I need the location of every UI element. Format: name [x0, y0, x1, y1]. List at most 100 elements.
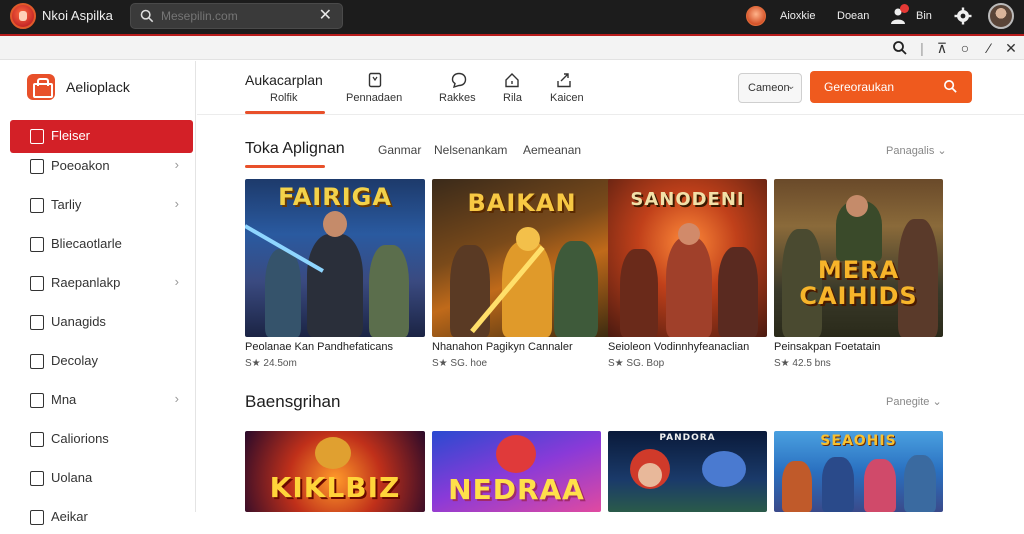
sidebar-item-9[interactable]: Uolana	[10, 462, 193, 495]
secondary-toolbar: | ⊼ ○ ⁄ ✕	[0, 36, 1024, 60]
sidebar-item-6[interactable]: Decolay	[10, 345, 193, 378]
sidebar-item-7[interactable]: Mna ›	[10, 384, 193, 417]
sort-dropdown[interactable]: Panagalis ⌄	[886, 144, 947, 157]
filter-tab-1[interactable]: Ganmar	[378, 143, 421, 157]
art-title: SANODENI	[630, 189, 745, 210]
figure-shape	[369, 245, 409, 337]
menu-icon	[30, 393, 44, 408]
search-bar[interactable]: ✕	[130, 3, 343, 29]
sidebar-item-3[interactable]: Bliecaotlarle	[10, 228, 193, 261]
art-title: PANDORA	[659, 433, 716, 443]
sidebar-item-5[interactable]: Uanagids	[10, 306, 193, 339]
app-thumbnail[interactable]: SEAOHIS	[774, 431, 943, 512]
app-thumbnail[interactable]: MERA CAIHIDS	[774, 179, 943, 337]
figure-shape	[666, 237, 712, 337]
app-meta: S★ 24.5om	[245, 358, 297, 369]
filter-tab-2[interactable]: Nelsenankam	[434, 143, 507, 157]
app-thumbnail[interactable]: SANODENI	[608, 179, 767, 337]
category-dropdown[interactable]: Cameon ⌄	[738, 73, 802, 103]
sidebar-item-1[interactable]: Poeoakon ›	[10, 150, 193, 183]
avatar[interactable]	[988, 3, 1014, 29]
sidebar-item-label: Tarliy	[51, 197, 82, 212]
search-icon[interactable]	[892, 40, 908, 56]
figure-shape	[782, 461, 812, 512]
sidebar-item-0[interactable]: Fleiser	[10, 120, 193, 153]
figure-shape	[904, 455, 936, 512]
app-name: Nkoi Aspilka	[42, 8, 113, 23]
sidebar-item-2[interactable]: Tarliy ›	[10, 189, 193, 222]
figure-shape	[638, 463, 662, 487]
chevron-down-icon: ⌄	[932, 396, 942, 408]
top-link-3[interactable]: Bin	[916, 10, 932, 22]
app-thumbnail[interactable]: KIKLBIZ	[245, 431, 425, 512]
app-name[interactable]: Seioleon Vodinnhyfeanaclian	[608, 341, 749, 353]
tab-3[interactable]: Rila	[497, 61, 527, 115]
sidebar-title: Aelioplack	[66, 79, 130, 95]
edit-icon[interactable]: ⁄	[981, 40, 997, 56]
tab-active-subtitle: Rolfik	[270, 92, 298, 104]
primary-action-button[interactable]: Gereoraukan	[810, 71, 972, 103]
sidebar: Aelioplack Fleiser Poeoakon › Tarliy › B…	[0, 61, 196, 525]
app-thumbnail[interactable]: PANDORA	[608, 431, 767, 512]
tab-1[interactable]: Pennadaen	[345, 61, 405, 115]
art-title: MERA CAIHIDS	[799, 256, 918, 310]
tab-label: Pennadaen	[346, 92, 403, 104]
notification-badge	[900, 4, 909, 13]
calendar-icon	[30, 432, 44, 447]
art-title: SEAOHIS	[820, 433, 897, 449]
search-input[interactable]	[161, 7, 311, 25]
clear-search-icon[interactable]: ✕	[319, 7, 332, 25]
circle-icon[interactable]: ○	[957, 40, 973, 56]
app-name[interactable]: Nhanahon Pagikyn Cannaler	[432, 341, 573, 353]
bookmark-icon	[368, 72, 382, 88]
tab-2[interactable]: Rakkes	[437, 61, 481, 115]
section-title: Toka Aplignan	[245, 140, 345, 157]
sort-dropdown[interactable]: Panegite ⌄	[886, 395, 942, 408]
sidebar-item-4[interactable]: Raepanlakp ›	[10, 267, 193, 300]
app-logo[interactable]	[10, 3, 36, 29]
figure-shape	[315, 437, 351, 469]
app-thumbnail[interactable]: FAIRIGA	[245, 179, 425, 337]
tab-label: Rakkes	[439, 92, 476, 104]
section-title: Baensgrihan	[245, 392, 341, 411]
app-thumbnail[interactable]: NEDRAA	[432, 431, 601, 512]
gear-icon[interactable]	[954, 7, 972, 25]
art-title: BAIKAN	[467, 189, 577, 217]
profile-icon[interactable]	[746, 6, 766, 26]
tab-label: Rila	[503, 92, 522, 104]
search-icon	[140, 9, 154, 23]
sidebar-item-label: Caliorions	[51, 431, 109, 446]
active-tab-indicator	[245, 111, 325, 114]
sidebar-item-10[interactable]: Aeikar	[10, 501, 193, 534]
tab-active-title[interactable]: Aukacarplan	[245, 72, 323, 88]
figure-shape	[323, 211, 347, 237]
share-icon	[557, 73, 571, 88]
top-bar: Nkoi Aspilka ✕ Aioxkie Doean Bin	[0, 0, 1024, 34]
sidebar-item-8[interactable]: Caliorions	[10, 423, 193, 456]
sidebar-item-label: Uanagids	[51, 314, 106, 329]
top-link-1[interactable]: Aioxkie	[780, 10, 815, 22]
tablet-icon	[30, 198, 44, 213]
figure-shape	[516, 227, 540, 251]
chevron-down-icon: ⌄	[937, 145, 947, 157]
tab-label: Kaicen	[550, 92, 584, 104]
sidebar-item-label: Decolay	[51, 353, 98, 368]
app-name[interactable]: Peolanae Kan Pandhefaticans	[245, 341, 393, 353]
tab-4[interactable]: Kaicen	[547, 61, 591, 115]
main-header: Aukacarplan Rolfik Pennadaen Rakkes Rila…	[197, 61, 1024, 115]
app-thumbnail[interactable]: BAIKAN	[432, 179, 612, 337]
close-icon[interactable]: ✕	[1003, 40, 1019, 56]
download-icon	[30, 315, 44, 330]
folder-icon	[30, 129, 44, 144]
app-name[interactable]: Peinsakpan Foetatain	[774, 341, 880, 353]
store-logo-icon	[27, 74, 55, 100]
sidebar-item-label: Uolana	[51, 470, 93, 485]
chevron-right-icon: ›	[174, 157, 179, 172]
primary-action-label: Gereoraukan	[824, 80, 895, 94]
file-icon	[30, 471, 44, 486]
filter-tab-3[interactable]: Aemeanan	[523, 143, 581, 157]
sidebar-item-label: Fleiser	[51, 128, 91, 143]
pin-icon[interactable]: ⊼	[934, 40, 950, 56]
top-link-2[interactable]: Doean	[837, 10, 869, 22]
display-icon	[30, 354, 44, 369]
